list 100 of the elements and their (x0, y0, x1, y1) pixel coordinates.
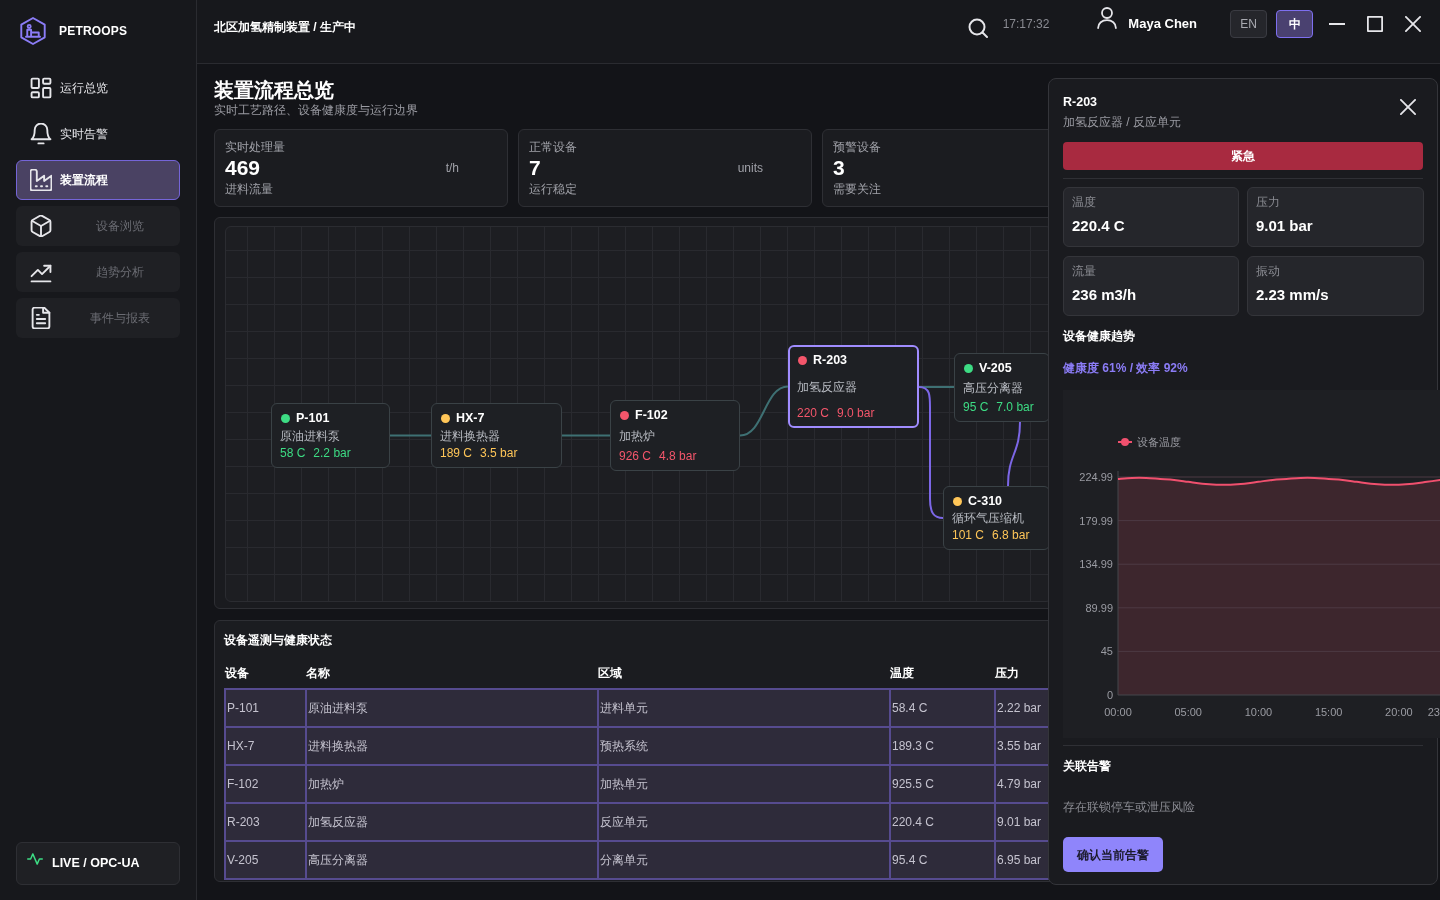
document-icon (30, 307, 52, 329)
table-cell: F-102 (225, 765, 306, 803)
table-cell: 加热单元 (598, 765, 890, 803)
logo-icon (20, 17, 46, 45)
node-temperature: 58 C (280, 445, 306, 461)
node-pressure: 3.5 bar (480, 445, 518, 461)
node-temperature: 220 C (797, 405, 830, 421)
column-header: 设备 (225, 657, 306, 689)
y-axis-label: 45 (1100, 645, 1113, 658)
acknowledge-button[interactable]: 确认当前告警 (1063, 837, 1163, 872)
table-cell: R-203 (225, 803, 306, 841)
node-pressure: 9.0 bar (837, 405, 875, 421)
node-tag: R-203 (813, 352, 848, 368)
pulse-icon (27, 851, 43, 866)
flow-node[interactable]: C-310 循环气压缩机 101 C 6.8 bar (943, 486, 1050, 550)
flow-node[interactable]: V-205 高压分离器 95 C 7.0 bar (954, 353, 1050, 422)
table-cell: 925.5 C (890, 765, 995, 803)
column-header: 名称 (306, 657, 598, 689)
metric-value: 9.01 bar (1256, 216, 1314, 236)
node-temperature: 101 C (952, 527, 985, 543)
table-cell: 分离单元 (598, 841, 890, 879)
x-axis-label: 10:00 (1244, 706, 1273, 718)
user-name: Maya Chen (1128, 15, 1197, 34)
kpi-value: 7 (529, 155, 542, 181)
node-name: 高压分离器 (963, 379, 1023, 396)
close-icon[interactable] (1405, 16, 1421, 32)
flow-node[interactable]: HX-7 进料换热器 189 C 3.5 bar (431, 403, 562, 468)
section-title: 设备健康趋势 (1063, 328, 1135, 344)
table-title: 设备遥测与健康状态 (224, 632, 332, 648)
x-axis-label: 05:00 (1174, 706, 1202, 718)
status-banner: 紧急 (1063, 142, 1423, 170)
table-cell: 2.22 bar (995, 689, 1051, 727)
nav-item[interactable]: 运行总览 (16, 68, 180, 108)
table-cell: 加热炉 (306, 765, 598, 803)
y-axis-label: 89.99 (1085, 601, 1113, 614)
table-cell: HX-7 (225, 727, 306, 765)
factory-icon (30, 169, 52, 191)
legend-marker-icon (1117, 438, 1133, 446)
x-axis-label: 00:00 (1104, 706, 1132, 718)
table-cell: 高压分离器 (306, 841, 598, 879)
box-icon (30, 215, 52, 237)
node-pressure: 7.0 bar (996, 399, 1034, 415)
close-icon[interactable] (1400, 99, 1416, 115)
x-axis-label: 20:00 (1385, 706, 1413, 718)
table-cell: 189.3 C (890, 727, 995, 765)
table-cell: 预热系统 (598, 727, 890, 765)
table-cell: 加氢反应器 (306, 803, 598, 841)
table-cell: 58.4 C (890, 689, 995, 727)
y-axis-label: 0 (1106, 689, 1113, 701)
y-axis-label: 134.99 (1079, 558, 1113, 571)
column-header: 压力 (995, 657, 1051, 689)
node-name: 循环气压缩机 (952, 510, 1024, 526)
alert-message: 存在联锁停车或泄压风险 (1063, 799, 1195, 815)
node-name: 加热炉 (619, 427, 655, 444)
flow-node[interactable]: P-101 原油进料泵 58 C 2.2 bar (271, 403, 390, 468)
table-cell: 反应单元 (598, 803, 890, 841)
y-axis-label: 224.99 (1079, 471, 1113, 483)
metric-label: 流量 (1072, 263, 1097, 279)
clock-time: 17:17:32 (1002, 16, 1050, 33)
table-cell: 220.4 C (890, 803, 995, 841)
kpi-note: 运行稳定 (529, 181, 577, 197)
node-pressure: 6.8 bar (992, 527, 1030, 543)
kpi-unit: t/h (445, 160, 459, 177)
legend-label: 设备温度 (1137, 436, 1181, 448)
kpi-unit: units (737, 160, 763, 177)
metric-value: 220.4 C (1072, 216, 1126, 236)
user-icon (1097, 4, 1118, 32)
connector-line (739, 385, 789, 437)
bell-icon (30, 123, 52, 145)
node-pressure: 4.8 bar (659, 448, 697, 464)
page-subtitle: 实时工艺路径、设备健康度与运行边界 (214, 102, 418, 118)
node-tag: V-205 (979, 360, 1012, 376)
nav-item[interactable]: 实时告警 (16, 114, 180, 154)
table-cell: 原油进料泵 (306, 689, 598, 727)
kpi-value: 3 (833, 155, 846, 181)
node-name: 加氢反应器 (797, 378, 857, 395)
node-tag: C-310 (968, 493, 1003, 509)
language-button[interactable]: EN (1230, 10, 1267, 38)
nav-item[interactable]: 装置流程 (16, 160, 180, 200)
y-axis-label: 179.99 (1079, 514, 1113, 527)
node-tag: P-101 (296, 410, 330, 426)
node-temperature: 95 C (963, 399, 989, 415)
table-cell: 进料换热器 (306, 727, 598, 765)
detail-subtitle: 加氢反应器 / 反应单元 (1063, 114, 1181, 130)
node-tag: F-102 (635, 407, 668, 423)
metric-label: 振动 (1256, 263, 1281, 279)
connection-label: LIVE / OPC-UA (52, 855, 140, 873)
x-axis-label: 23 (1427, 706, 1440, 718)
language-button[interactable]: 中 (1276, 10, 1313, 38)
node-temperature: 926 C (619, 448, 652, 464)
flow-node[interactable]: F-102 加热炉 926 C 4.8 bar (610, 400, 740, 471)
node-name: 进料换热器 (440, 427, 500, 444)
metric-label: 压力 (1256, 194, 1281, 210)
column-header: 温度 (890, 657, 995, 689)
node-tag: HX-7 (456, 410, 485, 426)
maximize-icon[interactable] (1367, 16, 1383, 32)
connector-line (389, 434, 432, 437)
flow-node[interactable]: R-203 加氢反应器 220 C 9.0 bar (788, 345, 919, 428)
dashboard-icon (30, 77, 52, 99)
health-summary: 健康度 61% / 效率 92% (1063, 360, 1188, 376)
